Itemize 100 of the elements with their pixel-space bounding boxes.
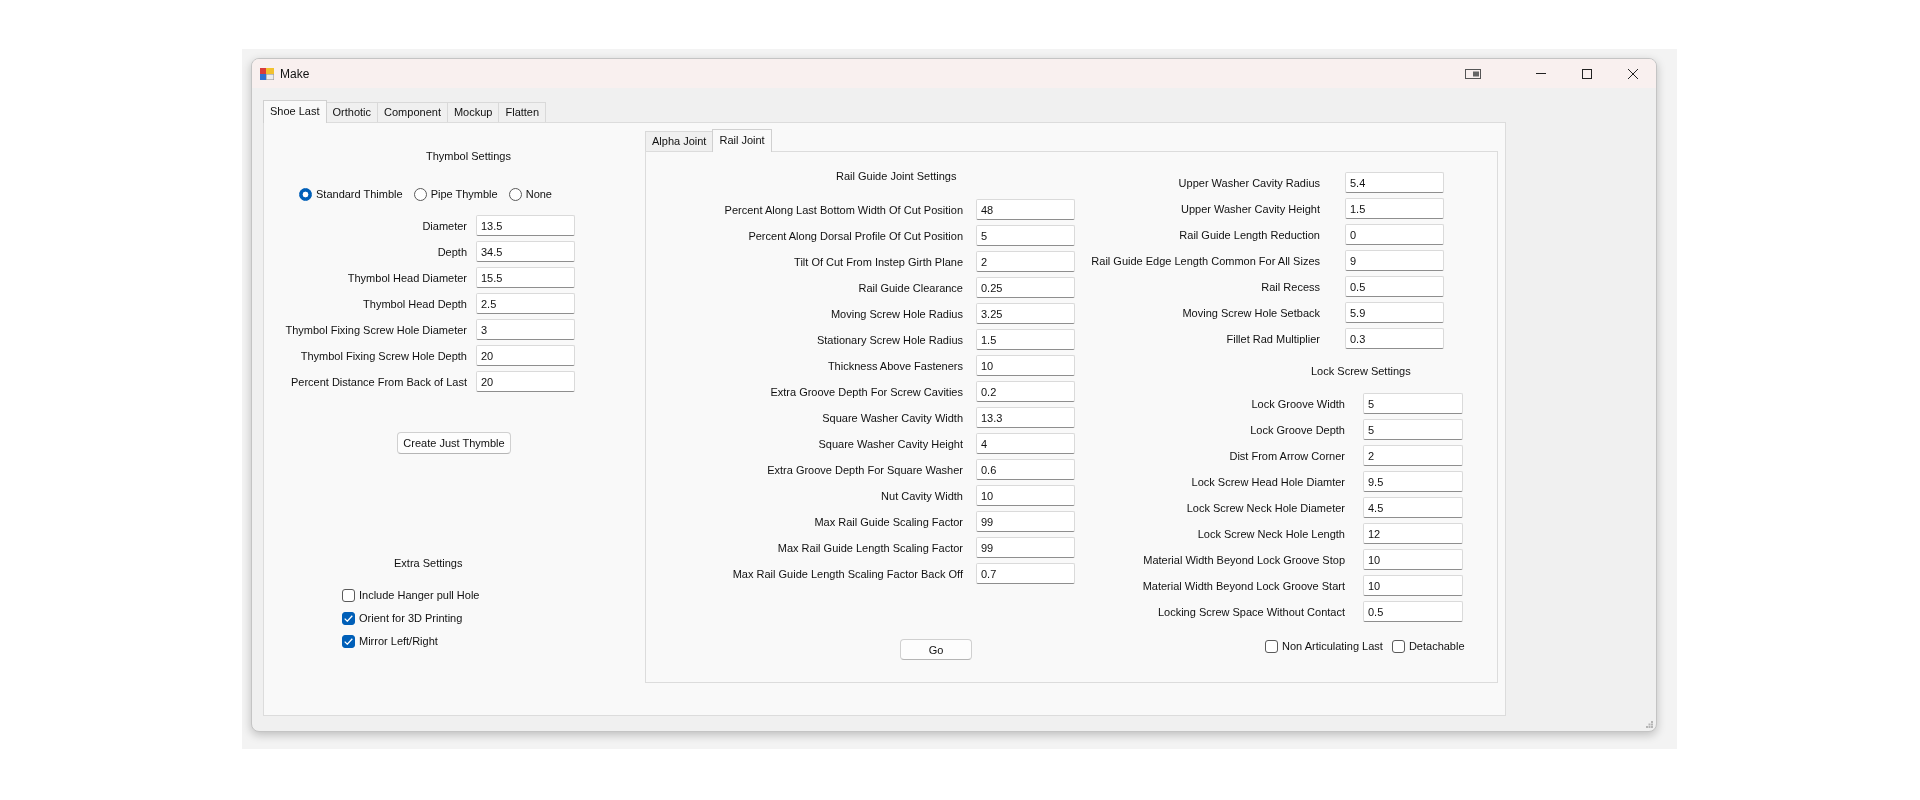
radio-button[interactable]: [413, 187, 427, 201]
checkbox-label[interactable]: Include Hanger pull Hole: [359, 587, 480, 603]
text-field[interactable]: 0.7: [976, 563, 1075, 584]
text-field[interactable]: 10: [976, 485, 1075, 506]
create-thymble-button[interactable]: Create Just Thymble: [397, 432, 511, 454]
field-label: Square Washer Cavity Width: [822, 410, 963, 426]
radio-button[interactable]: [508, 187, 522, 201]
field-label: Rail Guide Length Reduction: [1179, 227, 1320, 243]
text-field[interactable]: 99: [976, 537, 1075, 558]
section-heading: Rail Guide Joint Settings: [836, 169, 957, 184]
radio-label[interactable]: Pipe Thymble: [430, 186, 498, 202]
text-field[interactable]: 10: [1363, 549, 1463, 570]
tab[interactable]: Shoe Last: [263, 100, 327, 123]
text-field[interactable]: 0.3: [1345, 328, 1444, 349]
checkbox[interactable]: [342, 611, 355, 625]
text-field[interactable]: 48: [976, 199, 1075, 220]
field-label: Thymbol Fixing Screw Hole Depth: [300, 348, 467, 364]
text-field[interactable]: 5: [1363, 419, 1463, 440]
field-label: Rail Guide Clearance: [858, 280, 963, 296]
field-label: Fillet Rad Multiplier: [1226, 331, 1320, 347]
text-field[interactable]: 12: [1363, 523, 1463, 544]
field-label: Moving Screw Hole Setback: [1182, 305, 1320, 321]
field-label: Max Rail Guide Length Scaling Factor: [777, 540, 963, 556]
field-label: Percent Along Last Bottom Width Of Cut Position: [724, 202, 963, 218]
text-field[interactable]: 10: [1363, 575, 1463, 596]
resize-grip-icon[interactable]: [1646, 721, 1653, 728]
text-field[interactable]: 4.5: [1363, 497, 1463, 518]
field-label: Material Width Beyond Lock Groove Start: [1142, 578, 1345, 594]
text-field[interactable]: 0.5: [1363, 601, 1463, 622]
field-label: Max Rail Guide Scaling Factor: [814, 514, 963, 530]
text-field[interactable]: 3.25: [976, 303, 1075, 324]
text-field[interactable]: 13.5: [476, 215, 575, 236]
close-icon: [1628, 68, 1638, 79]
checkmark-icon: [344, 637, 353, 645]
checkbox[interactable]: [1391, 639, 1405, 653]
text-field[interactable]: 0.6: [976, 459, 1075, 480]
text-field[interactable]: 0.2: [976, 381, 1075, 402]
text-field[interactable]: 0.25: [976, 277, 1075, 298]
field-label: Lock Screw Neck Hole Diameter: [1186, 500, 1345, 516]
field-label: Diameter: [422, 218, 467, 234]
checkbox-label[interactable]: Detachable: [1408, 638, 1465, 654]
text-field[interactable]: 10: [976, 355, 1075, 376]
field-label: Upper Washer Cavity Radius: [1178, 175, 1320, 191]
minimize-icon: [1536, 73, 1546, 74]
field-label: Lock Screw Neck Hole Length: [1197, 526, 1345, 542]
window-title: Make: [280, 65, 310, 82]
tab[interactable]: Rail Joint: [712, 129, 772, 152]
text-field[interactable]: 2.5: [476, 293, 575, 314]
field-label: Nut Cavity Width: [881, 488, 963, 504]
text-field[interactable]: 5.4: [1345, 172, 1444, 193]
text-field[interactable]: 99: [976, 511, 1075, 532]
text-field[interactable]: 0.5: [1345, 276, 1444, 297]
text-field[interactable]: 1.5: [976, 329, 1075, 350]
text-field[interactable]: 9: [1345, 250, 1444, 271]
field-label: Lock Groove Width: [1251, 396, 1345, 412]
checkbox-label[interactable]: Non Articulating Last: [1282, 638, 1383, 654]
text-field[interactable]: 1.5: [1345, 198, 1444, 219]
checkbox-label[interactable]: Orient for 3D Printing: [359, 610, 463, 626]
app-icon: [260, 67, 274, 80]
checkbox-label[interactable]: Mirror Left/Right: [359, 633, 438, 649]
window-layout-icon: [1465, 68, 1481, 79]
field-label: Material Width Beyond Lock Groove Stop: [1143, 552, 1345, 568]
field-label: Extra Groove Depth For Square Washer: [767, 462, 963, 478]
text-field[interactable]: 15.5: [476, 267, 575, 288]
text-field[interactable]: 2: [976, 251, 1075, 272]
text-field[interactable]: 20: [476, 371, 575, 392]
text-field[interactable]: 13.3: [976, 407, 1075, 428]
field-label: Max Rail Guide Length Scaling Factor Back Off: [732, 566, 963, 582]
go-button[interactable]: Go: [900, 639, 972, 660]
radio-label[interactable]: Standard Thimble: [316, 186, 403, 202]
field-label: Thymbol Head Diameter: [347, 270, 467, 286]
section-heading: Extra Settings: [394, 556, 463, 571]
text-field[interactable]: 34.5: [476, 241, 575, 262]
field-label: Stationary Screw Hole Radius: [816, 332, 963, 348]
field-label: Moving Screw Hole Radius: [830, 306, 963, 322]
field-label: Thymbol Fixing Screw Hole Diameter: [285, 322, 467, 338]
text-field[interactable]: 5: [1363, 393, 1463, 414]
field-label: Upper Washer Cavity Height: [1181, 201, 1320, 217]
text-field[interactable]: 5.9: [1345, 302, 1444, 323]
field-label: Tilt Of Cut From Instep Girth Plane: [794, 254, 963, 270]
text-field[interactable]: 4: [976, 433, 1075, 454]
field-label: Extra Groove Depth For Screw Cavities: [770, 384, 963, 400]
radio-button[interactable]: [299, 187, 312, 201]
tab[interactable]: Alpha Joint: [645, 131, 714, 151]
text-field[interactable]: 20: [476, 345, 575, 366]
text-field[interactable]: 9.5: [1363, 471, 1463, 492]
text-field[interactable]: 3: [476, 319, 575, 340]
radio-label[interactable]: None: [525, 186, 552, 202]
field-label: Dist From Arrow Corner: [1229, 448, 1345, 464]
field-label: Rail Recess: [1261, 279, 1320, 295]
tab[interactable]: Flatten: [498, 102, 547, 122]
field-label: Rail Guide Edge Length Common For All Sizes: [1091, 253, 1320, 269]
field-label: Thymbol Head Depth: [363, 296, 467, 312]
checkbox[interactable]: [342, 588, 355, 602]
text-field[interactable]: 5: [976, 225, 1075, 246]
text-field[interactable]: 2: [1363, 445, 1463, 466]
text-field[interactable]: 0: [1345, 224, 1444, 245]
checkbox[interactable]: [1265, 639, 1278, 653]
checkbox[interactable]: [342, 634, 355, 648]
section-heading: Lock Screw Settings: [1311, 364, 1411, 379]
